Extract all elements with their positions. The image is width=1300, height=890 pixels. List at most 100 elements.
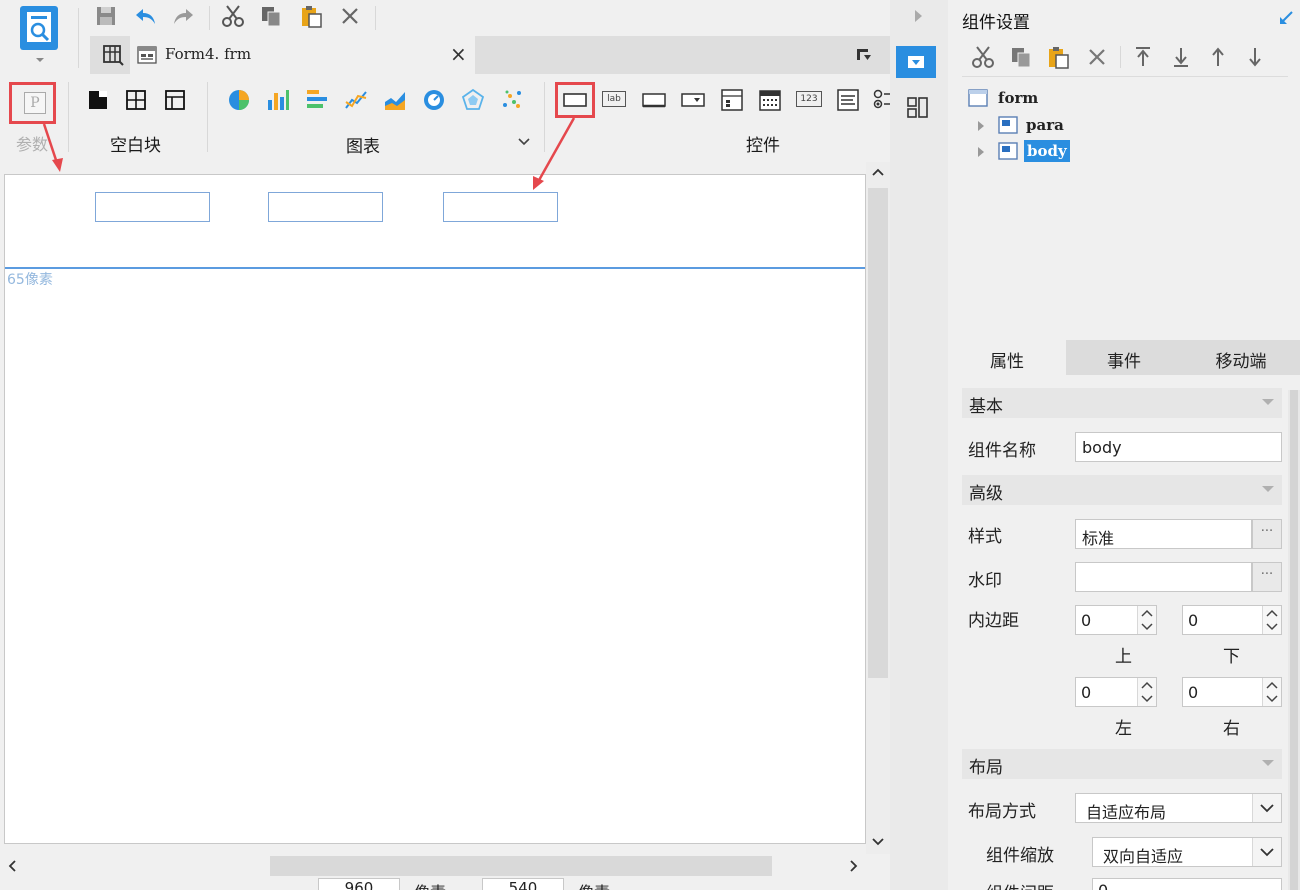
button-widget-icon[interactable] [640,87,668,113]
block-absolute-icon[interactable] [86,88,110,112]
collapse-icon[interactable] [1262,399,1274,405]
padding-left-stepper[interactable]: 0 [1075,677,1157,707]
scroll-up-icon[interactable] [872,168,884,176]
tree-node-label: form [998,89,1039,107]
cut-icon[interactable] [220,4,246,28]
scatter-chart-icon[interactable] [499,87,525,113]
move-down-icon[interactable] [1242,44,1268,70]
date-widget-icon[interactable] [756,86,784,114]
number-widget-icon[interactable]: 123 [796,91,822,107]
tab-properties[interactable]: 属性 [948,340,1066,375]
scroll-left-icon[interactable] [8,860,16,872]
collapse-icon[interactable] [1262,486,1274,492]
tab-close-button[interactable]: × [450,42,467,66]
label-widget-icon[interactable]: lab [602,91,626,107]
delete-icon[interactable] [1084,44,1110,70]
chevron-down-icon[interactable] [1252,838,1281,866]
layout-panel-icon[interactable] [906,96,930,120]
paste-icon[interactable] [1045,44,1071,70]
chevron-down-icon[interactable] [36,58,44,62]
name-input[interactable]: body [1075,432,1282,462]
textarea-widget-icon[interactable] [834,86,862,114]
undo-icon[interactable] [133,4,159,28]
panel-title: 组件设置 [962,13,1030,33]
section-advanced[interactable]: 高级 [962,475,1282,505]
gap-stepper[interactable]: 0 [1092,878,1282,890]
tree-node-form[interactable]: form [968,87,1088,111]
block-split-icon[interactable] [124,88,148,112]
tab-label: 移动端 [1215,352,1267,372]
section-basic[interactable]: 基本 [962,388,1282,418]
padding-right-stepper[interactable]: 0 [1182,677,1282,707]
padding-bottom-stepper[interactable]: 0 [1182,605,1282,635]
radar-chart-icon[interactable] [460,87,486,113]
panel-scrollbar[interactable] [1288,390,1300,890]
param-field-3[interactable] [443,192,558,222]
stepper-arrows-icon[interactable] [1262,678,1281,706]
bar-chart-icon[interactable] [265,87,291,113]
tree-node-body[interactable]: body [974,140,1094,164]
hbar-chart-icon[interactable] [304,87,330,113]
stepper-arrows-icon[interactable] [1262,606,1281,634]
gauge-chart-icon[interactable] [421,87,447,113]
style-input[interactable]: 标准 [1075,519,1252,549]
stepper-arrows-icon[interactable] [1137,678,1156,706]
combo-widget-icon[interactable] [679,87,707,113]
param-field-2[interactable] [268,192,383,222]
layout-mode-select[interactable]: 自适应布局 [1075,793,1282,823]
section-layout[interactable]: 布局 [962,749,1282,779]
tab-events[interactable]: 事件 [1066,340,1182,375]
expand-icon[interactable] [978,147,984,157]
move-bottom-icon[interactable] [1168,44,1194,70]
save-icon[interactable] [94,4,118,28]
style-more-button[interactable]: ··· [1252,519,1282,549]
padding-top-stepper[interactable]: 0 [1075,605,1157,635]
paste-icon[interactable] [298,4,324,28]
vertical-scrollbar[interactable] [866,162,890,854]
stepper-value: 0 [1098,881,1108,890]
grid-icon[interactable] [100,42,126,68]
collapse-icon[interactable] [1262,760,1274,766]
widget-settings-tab[interactable] [896,46,936,78]
watermark-input[interactable] [1075,562,1252,592]
collapse-panel-icon[interactable] [1276,8,1296,28]
param-field-1[interactable] [95,192,210,222]
tab-form4[interactable]: Form4. frm × [130,36,475,74]
watermark-more-button[interactable]: ··· [1252,562,1282,592]
tab-mobile[interactable]: 移动端 [1182,340,1300,375]
scroll-right-icon[interactable] [850,860,858,872]
stepper-arrows-icon[interactable] [1137,606,1156,634]
param-body-divider[interactable] [5,267,865,269]
area-chart-icon[interactable] [382,87,408,113]
preview-button[interactable] [20,6,60,62]
delete-icon[interactable] [337,4,363,28]
line-chart-icon[interactable] [343,87,369,113]
width-input[interactable]: 960 [318,878,400,890]
move-top-icon[interactable] [1130,44,1156,70]
design-canvas[interactable] [4,174,866,844]
horizontal-scrollbar[interactable] [0,854,866,878]
scroll-down-icon[interactable] [872,838,884,846]
block-table-icon[interactable] [163,88,187,112]
tab-label: Form4. frm [165,45,252,63]
chevron-down-icon[interactable] [516,136,532,148]
copy-icon[interactable] [1008,44,1034,70]
tree-node-para[interactable]: para [974,114,1094,138]
pin-icon[interactable] [852,44,876,66]
cut-icon[interactable] [970,44,996,70]
expand-right-icon[interactable] [915,10,922,22]
redo-icon[interactable] [170,4,196,28]
expand-icon[interactable] [978,121,984,131]
pie-chart-icon[interactable] [226,87,252,113]
move-up-icon[interactable] [1205,44,1231,70]
list-widget-icon[interactable] [718,86,746,114]
copy-icon[interactable] [258,4,284,28]
chevron-down-icon[interactable] [1252,794,1281,822]
left-label: 左 [1115,719,1132,739]
radio-widget-icon[interactable] [872,86,890,114]
height-input[interactable]: 540 [482,878,564,890]
scroll-thumb[interactable] [270,856,772,876]
scale-select[interactable]: 双向自适应 [1092,837,1282,867]
scroll-thumb[interactable] [1290,390,1298,890]
scroll-thumb[interactable] [868,188,888,678]
